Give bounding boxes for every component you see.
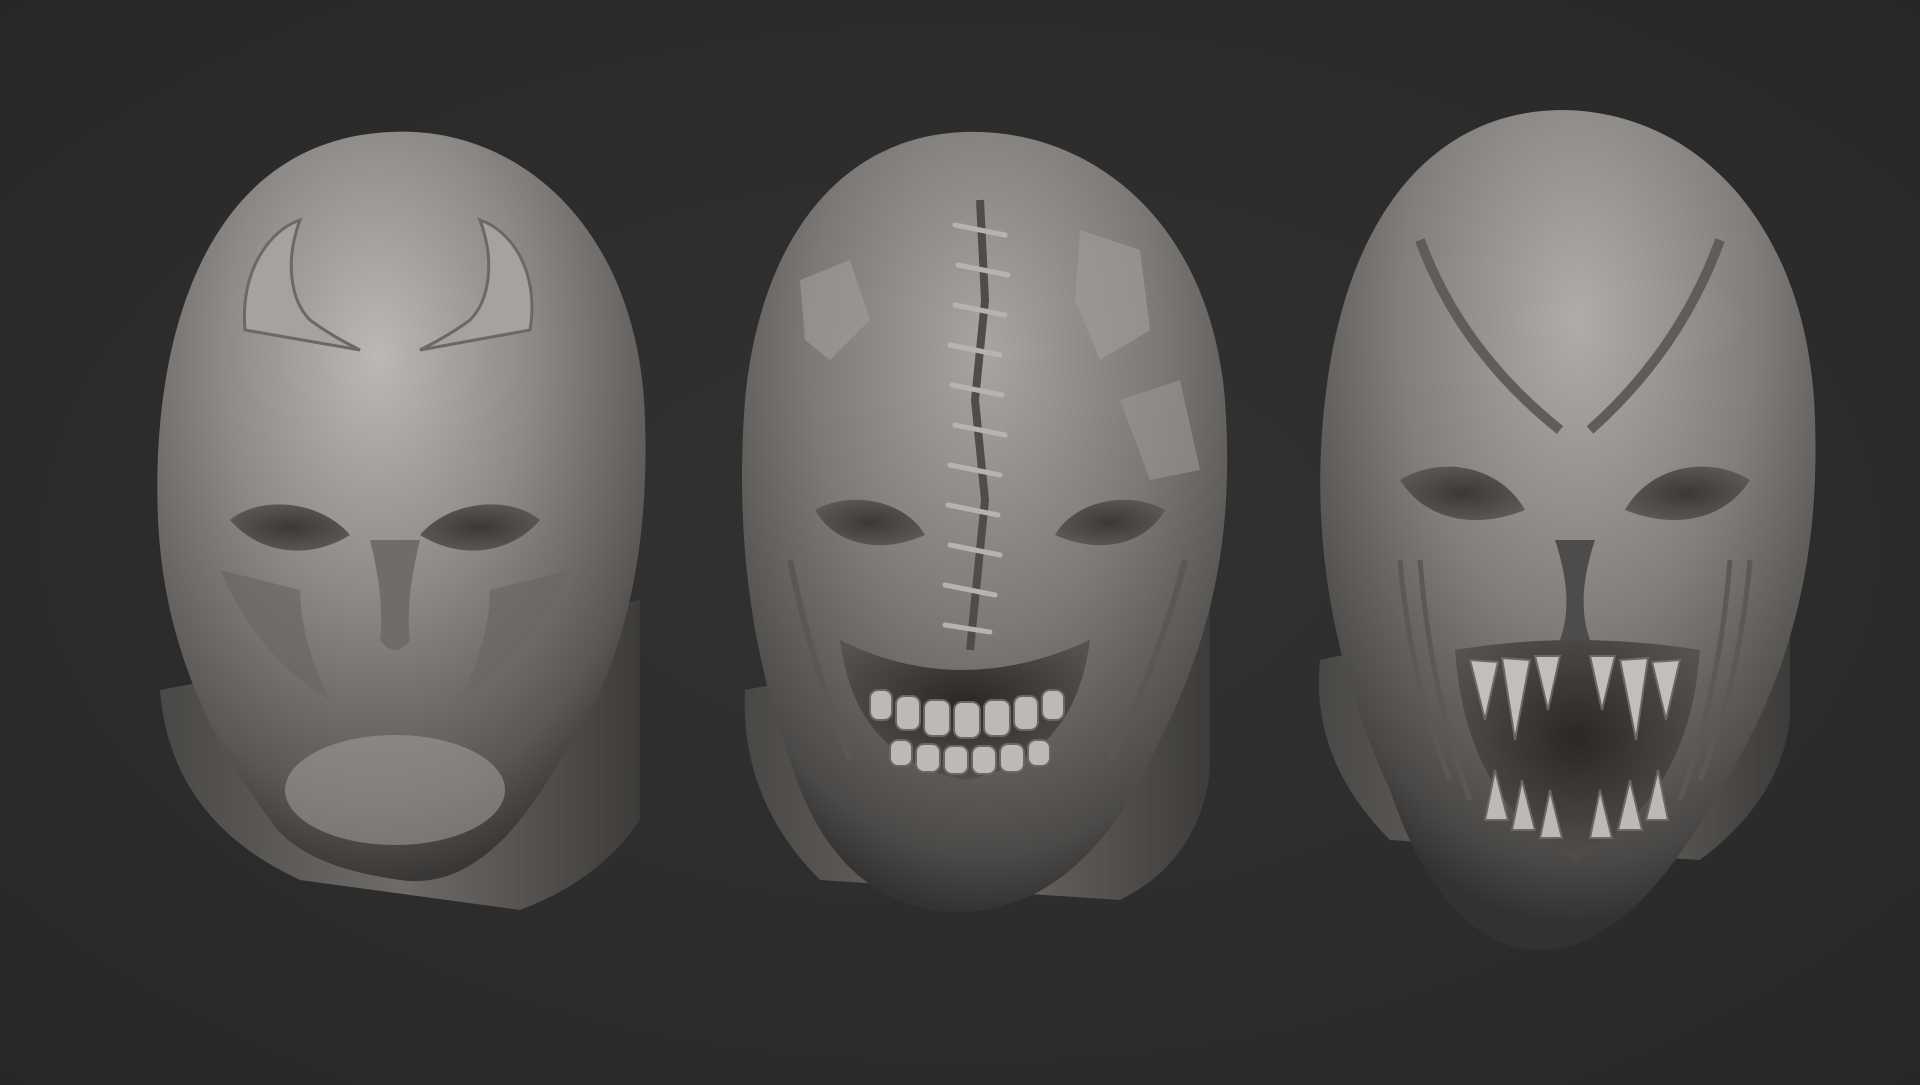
smooth-symbiote-mask: [157, 131, 646, 910]
sculpt-scene: [157, 110, 1816, 950]
fanged-monster-mask: [1318, 110, 1816, 950]
jaw-highlight: [285, 735, 505, 845]
viewport: [0, 0, 1920, 1085]
scarred-stitched-mask: [742, 131, 1228, 912]
